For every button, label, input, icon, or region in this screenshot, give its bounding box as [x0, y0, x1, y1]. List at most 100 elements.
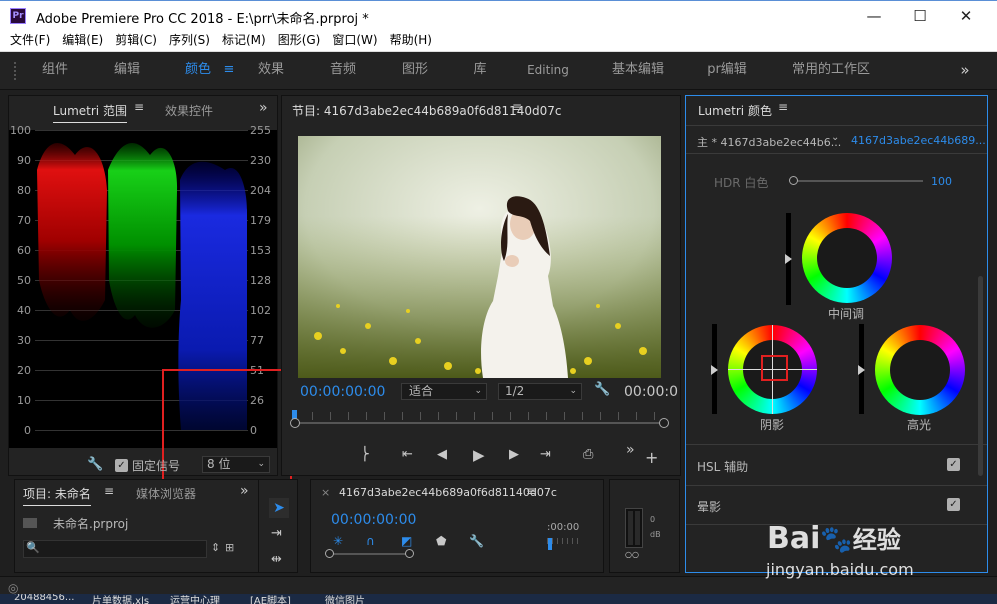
timeline-sequence-title[interactable]: 4167d3abe2ec44b689a0f6d81140d07c	[339, 486, 557, 499]
panel-menu-icon[interactable]: ≡	[526, 484, 536, 498]
taskbar-item[interactable]: 运营中心理	[170, 594, 220, 604]
go-to-out-icon[interactable]: ⇥	[540, 447, 551, 462]
hsl-secondary-checkbox[interactable]: ✓	[947, 458, 960, 471]
mark-in-icon[interactable]: ⎬	[360, 447, 370, 462]
taskbar-item[interactable]: 20488456...	[14, 594, 74, 603]
menu-clip[interactable]: 剪辑(C)	[109, 30, 163, 50]
menu-markers[interactable]: 标记(M)	[216, 30, 272, 50]
timeline-timecode[interactable]: 00:00:00:00	[331, 512, 416, 528]
export-frame-icon[interactable]: ⎙	[583, 447, 593, 462]
workspace-menu-icon[interactable]: ≡	[220, 52, 238, 90]
grip-handle[interactable]	[14, 62, 16, 80]
hdr-white-slider[interactable]	[792, 180, 923, 182]
snap-icon[interactable]: ✳	[333, 534, 343, 548]
track-select-tool-icon[interactable]: ⇥	[271, 526, 282, 541]
program-timecode[interactable]: 00:00:00:00	[300, 384, 385, 400]
workspace-tab-libraries[interactable]: 库	[468, 52, 492, 90]
midtone-color-wheel[interactable]	[802, 213, 892, 303]
workspace-overflow-icon[interactable]: »	[954, 52, 976, 90]
menu-edit[interactable]: 编辑(E)	[56, 30, 109, 50]
slider-marker[interactable]	[858, 365, 865, 375]
wrench-icon[interactable]: 🔧	[87, 457, 103, 472]
workspace-tab-pr-edit[interactable]: pr编辑	[704, 52, 750, 90]
timeline-ruler[interactable]	[547, 538, 581, 544]
zoom-handle-right[interactable]	[405, 549, 414, 558]
panel-scrollbar[interactable]	[978, 276, 983, 476]
menu-sequence[interactable]: 序列(S)	[163, 30, 216, 50]
slider-marker[interactable]	[711, 365, 718, 375]
selection-tool-icon[interactable]: ➤	[269, 498, 289, 518]
project-search-input[interactable]: 🔍	[23, 540, 207, 558]
linked-selection-icon[interactable]: ∩	[366, 534, 375, 548]
play-icon[interactable]: ▶	[473, 446, 485, 464]
out-handle[interactable]	[659, 418, 669, 428]
marker-icon[interactable]: ⬟	[436, 534, 446, 548]
timeline-zoom-bar[interactable]	[329, 553, 409, 555]
in-handle[interactable]	[290, 418, 300, 428]
close-tab-icon[interactable]: ×	[321, 486, 330, 499]
vignette-checkbox[interactable]: ✓	[947, 498, 960, 511]
workspace-tab-editing[interactable]: 编辑	[110, 52, 144, 90]
panel-menu-icon[interactable]: ≡	[134, 100, 144, 114]
workspace-tab-audio[interactable]: 音频	[326, 52, 360, 90]
workspace-tab-editing-en[interactable]: Editing	[524, 52, 572, 90]
tab-effect-controls[interactable]: 效果控件	[165, 102, 213, 119]
workspace-tab-common[interactable]: 常用的工作区	[788, 52, 874, 90]
resolution-value: 1/2	[505, 384, 525, 398]
solo-buttons-icon[interactable]: ○○	[625, 550, 639, 559]
menu-file[interactable]: 文件(F)	[0, 30, 56, 50]
tab-media-browser[interactable]: 媒体浏览器	[136, 485, 196, 502]
bit-depth-select[interactable]: 8 位 ⌄	[202, 456, 270, 473]
master-clip-label[interactable]: 主 * 4167d3abe2ec44b6...	[697, 134, 841, 150]
program-video-frame[interactable]	[298, 136, 661, 378]
go-to-in-icon[interactable]: ⇤	[402, 447, 413, 462]
menu-graphics[interactable]: 图形(G)	[272, 30, 327, 50]
taskbar-item[interactable]: [AE脚本]	[250, 594, 291, 604]
wrench-icon[interactable]: 🔧	[594, 382, 610, 397]
timeline-wrench-icon[interactable]: 🔧	[469, 534, 484, 548]
program-duration: 00:00:0	[624, 384, 678, 400]
timeline-playhead[interactable]	[548, 538, 552, 550]
taskbar-item[interactable]: 微信图片	[325, 594, 365, 604]
hsl-secondary-label[interactable]: HSL 辅助	[697, 458, 748, 475]
clamp-signal-checkbox[interactable]: ✓	[115, 459, 128, 472]
resolution-select[interactable]: 1/2 ⌄	[498, 383, 582, 400]
highlight-color-wheel[interactable]	[875, 325, 965, 415]
workspace-tab-color[interactable]: 颜色	[181, 52, 215, 90]
step-forward-icon[interactable]: ▶︎	[509, 447, 519, 462]
chevron-down-icon[interactable]: ⌄	[831, 132, 839, 143]
panel-menu-icon[interactable]: ≡	[104, 484, 114, 498]
menu-window[interactable]: 窗口(W)	[326, 30, 383, 50]
minimize-button[interactable]: —	[851, 1, 897, 31]
sequence-clip-label[interactable]: 4167d3abe2ec44b689...	[851, 134, 986, 147]
add-marker-icon[interactable]: ◩	[401, 534, 412, 548]
maximize-button[interactable]: ☐	[897, 1, 943, 31]
program-time-ruler[interactable]	[290, 410, 669, 432]
workspace-tab-effects[interactable]: 效果	[254, 52, 288, 90]
panels-overflow-icon[interactable]: »	[240, 483, 249, 499]
taskbar-item[interactable]: 片单数据.xls	[92, 594, 149, 604]
workspace-tab-basic-edit[interactable]: 基本编辑	[608, 52, 668, 90]
slider-thumb[interactable]	[789, 176, 798, 185]
vignette-label[interactable]: 晕影	[697, 498, 721, 515]
panel-menu-icon[interactable]: ≡	[512, 100, 522, 114]
workspace-tab-assembly[interactable]: 组件	[38, 52, 72, 90]
tab-project[interactable]: 项目: 未命名	[23, 485, 91, 506]
fit-select[interactable]: 适合 ⌄	[401, 383, 487, 400]
more-controls-icon[interactable]: »	[626, 442, 635, 458]
zoom-handle-left[interactable]	[325, 549, 334, 558]
hdr-white-value[interactable]: 100	[931, 175, 952, 188]
tab-lumetri-scopes[interactable]: Lumetri 范围	[53, 102, 127, 123]
panel-menu-icon[interactable]: ≡	[778, 100, 788, 114]
panels-overflow-icon[interactable]: »	[259, 100, 268, 116]
add-button-icon[interactable]: +	[645, 448, 658, 467]
slider-marker[interactable]	[785, 254, 792, 264]
sort-icon[interactable]: ⇕	[211, 541, 220, 554]
close-button[interactable]: ✕	[943, 1, 989, 31]
shadow-color-wheel[interactable]	[728, 325, 817, 414]
new-bin-icon[interactable]: ⊞	[225, 541, 234, 554]
ripple-edit-tool-icon[interactable]: ⇹	[271, 552, 282, 567]
menu-help[interactable]: 帮助(H)	[384, 30, 438, 50]
workspace-tab-graphics[interactable]: 图形	[398, 52, 432, 90]
step-back-icon[interactable]: ◀︎	[437, 447, 447, 462]
